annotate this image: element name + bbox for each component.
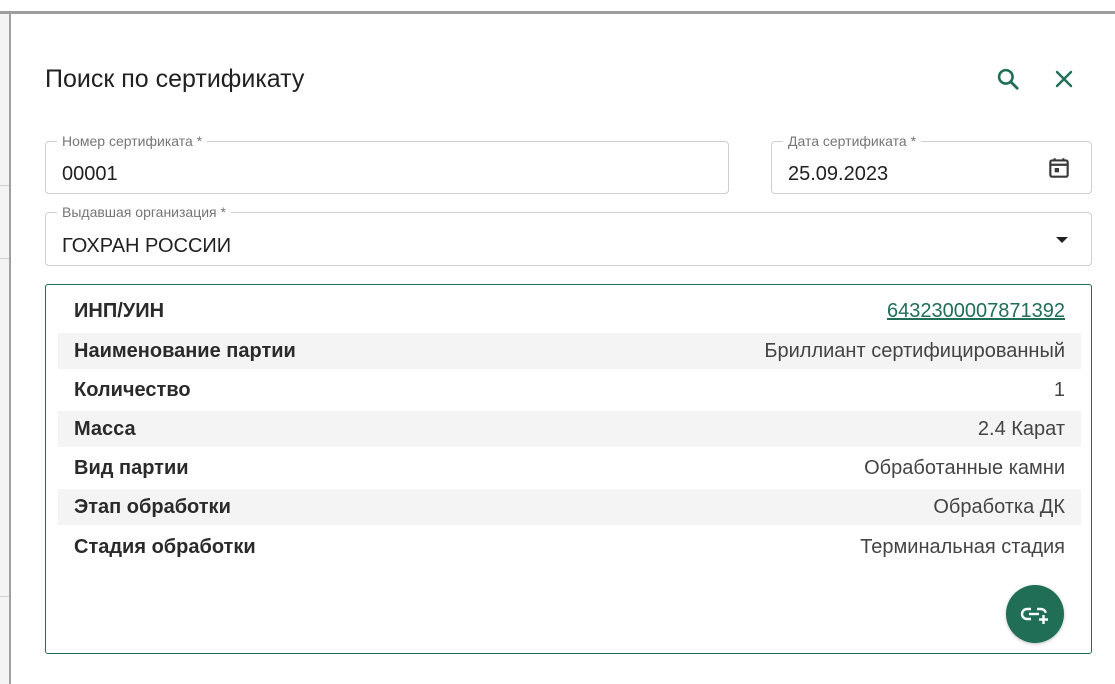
row-label: Вид партии xyxy=(74,456,189,479)
row-value: Обработка ДК xyxy=(933,495,1065,518)
row-label: Наименование партии xyxy=(74,339,296,362)
background-row-divider xyxy=(0,596,9,597)
background-row-divider xyxy=(0,258,9,259)
certificate-number-input[interactable]: 00001 xyxy=(62,163,118,185)
result-row-processing-stage: Стадия обработки Терминальная стадия xyxy=(58,529,1081,565)
certificate-result-card: ИНП/УИН 6432300007871392 Наименование па… xyxy=(45,284,1092,654)
row-label: Количество xyxy=(74,378,191,401)
window-top-edge xyxy=(0,0,1115,14)
calendar-button[interactable] xyxy=(1044,153,1074,183)
window-left-edge xyxy=(0,14,11,684)
certificate-search-dialog: Поиск по сертификату Номер сертификата *… xyxy=(11,14,1115,684)
issuing-organization-label: Выдавшая организация * xyxy=(57,204,231,220)
result-row-processing-step: Этап обработки Обработка ДК xyxy=(58,489,1081,525)
certificate-number-field[interactable]: Номер сертификата * 00001 xyxy=(45,133,729,194)
result-row-quantity: Количество 1 xyxy=(58,372,1081,408)
link-action-button[interactable] xyxy=(1006,585,1064,643)
row-value: Бриллиант сертифицированный xyxy=(764,339,1065,362)
row-label: Этап обработки xyxy=(74,495,231,518)
certificate-date-field[interactable]: Дата сертификата * 25.09.2023 xyxy=(771,133,1092,194)
chevron-down-icon xyxy=(1056,237,1068,243)
result-row-mass: Масса 2.4 Карат xyxy=(58,411,1081,447)
issuing-organization-value[interactable]: ГОХРАН РОССИИ xyxy=(62,235,231,257)
certificate-date-input[interactable]: 25.09.2023 xyxy=(788,163,888,185)
dropdown-toggle[interactable] xyxy=(1051,229,1073,251)
background-row-divider xyxy=(0,185,9,186)
issuing-organization-select[interactable]: Выдавшая организация * ГОХРАН РОССИИ xyxy=(45,204,1092,266)
certificate-date-label: Дата сертификата * xyxy=(783,133,922,149)
result-row-batch-name: Наименование партии Бриллиант сертифицир… xyxy=(58,333,1081,369)
close-button[interactable] xyxy=(1047,62,1081,96)
result-row-batch-type: Вид партии Обработанные камни xyxy=(58,450,1081,486)
calendar-icon xyxy=(1049,158,1069,178)
inp-uin-link[interactable]: 6432300007871392 xyxy=(887,300,1065,323)
row-label: ИНП/УИН xyxy=(74,299,165,322)
search-button[interactable] xyxy=(991,62,1025,96)
row-label: Масса xyxy=(74,417,136,440)
row-value: 2.4 Карат xyxy=(977,417,1065,440)
row-label: Стадия обработки xyxy=(74,535,256,558)
row-value: Терминальная стадия xyxy=(860,535,1065,558)
row-value: Обработанные камни xyxy=(864,456,1065,479)
link-add-icon xyxy=(1020,607,1048,624)
dialog-title: Поиск по сертификату xyxy=(45,65,305,93)
row-value: 1 xyxy=(1053,378,1065,401)
close-icon xyxy=(1055,70,1073,88)
search-icon xyxy=(997,68,1019,90)
result-row-inp: ИНП/УИН 6432300007871392 xyxy=(58,293,1081,329)
certificate-number-label: Номер сертификата * xyxy=(57,133,208,149)
